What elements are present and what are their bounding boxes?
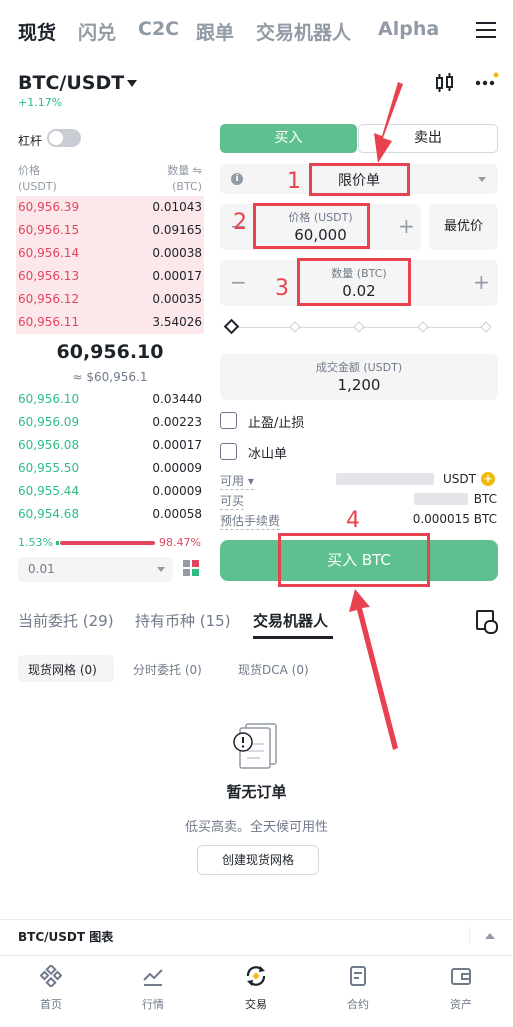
trade-icon: [246, 966, 266, 986]
create-spot-grid-button[interactable]: 创建现货网格: [197, 845, 319, 875]
nav-trade[interactable]: 交易: [205, 956, 307, 1027]
nav-home[interactable]: 首页: [0, 956, 102, 1027]
nav-markets-label: 行情: [142, 998, 164, 1011]
empty-orders-icon: [233, 723, 277, 769]
subtab-spot-dca[interactable]: 现货DCA (0): [238, 661, 309, 678]
markets-icon: [143, 969, 163, 986]
empty-title: 暂无订单: [226, 783, 287, 801]
active-tab-indicator: [253, 636, 333, 639]
arrow-to-order-type: [374, 82, 403, 163]
empty-subtitle: 低买高卖。全天候可用性: [184, 820, 328, 835]
tab-trading-bots[interactable]: 交易机器人: [253, 610, 328, 631]
wallet-icon: [451, 968, 471, 985]
arrow-to-buy-button: [349, 589, 398, 750]
bottom-nav: 首页 行情 交易 合约 资产: [0, 955, 513, 1027]
nav-futures-label: 合约: [347, 998, 369, 1011]
nav-trade-label: 交易: [245, 998, 267, 1011]
futures-icon: [350, 966, 366, 986]
order-history-icon[interactable]: [476, 610, 498, 634]
nav-futures[interactable]: 合约: [307, 956, 409, 1027]
chevron-up-icon[interactable]: [485, 933, 495, 939]
subtab-twap[interactable]: 分时委托 (0): [133, 661, 202, 678]
divider: [469, 926, 470, 944]
nav-home-label: 首页: [40, 998, 62, 1011]
nav-markets[interactable]: 行情: [102, 956, 204, 1027]
subtab-spot-grid[interactable]: 现货网格 (0): [28, 661, 97, 678]
tab-open-orders[interactable]: 当前委托 (29): [18, 610, 114, 631]
home-icon: [40, 965, 62, 987]
tab-holdings[interactable]: 持有币种 (15): [135, 610, 231, 631]
nav-assets-label: 资产: [450, 998, 472, 1011]
nav-assets[interactable]: 资产: [410, 956, 512, 1027]
chart-bar-label[interactable]: BTC/USDT 图表: [18, 928, 113, 945]
